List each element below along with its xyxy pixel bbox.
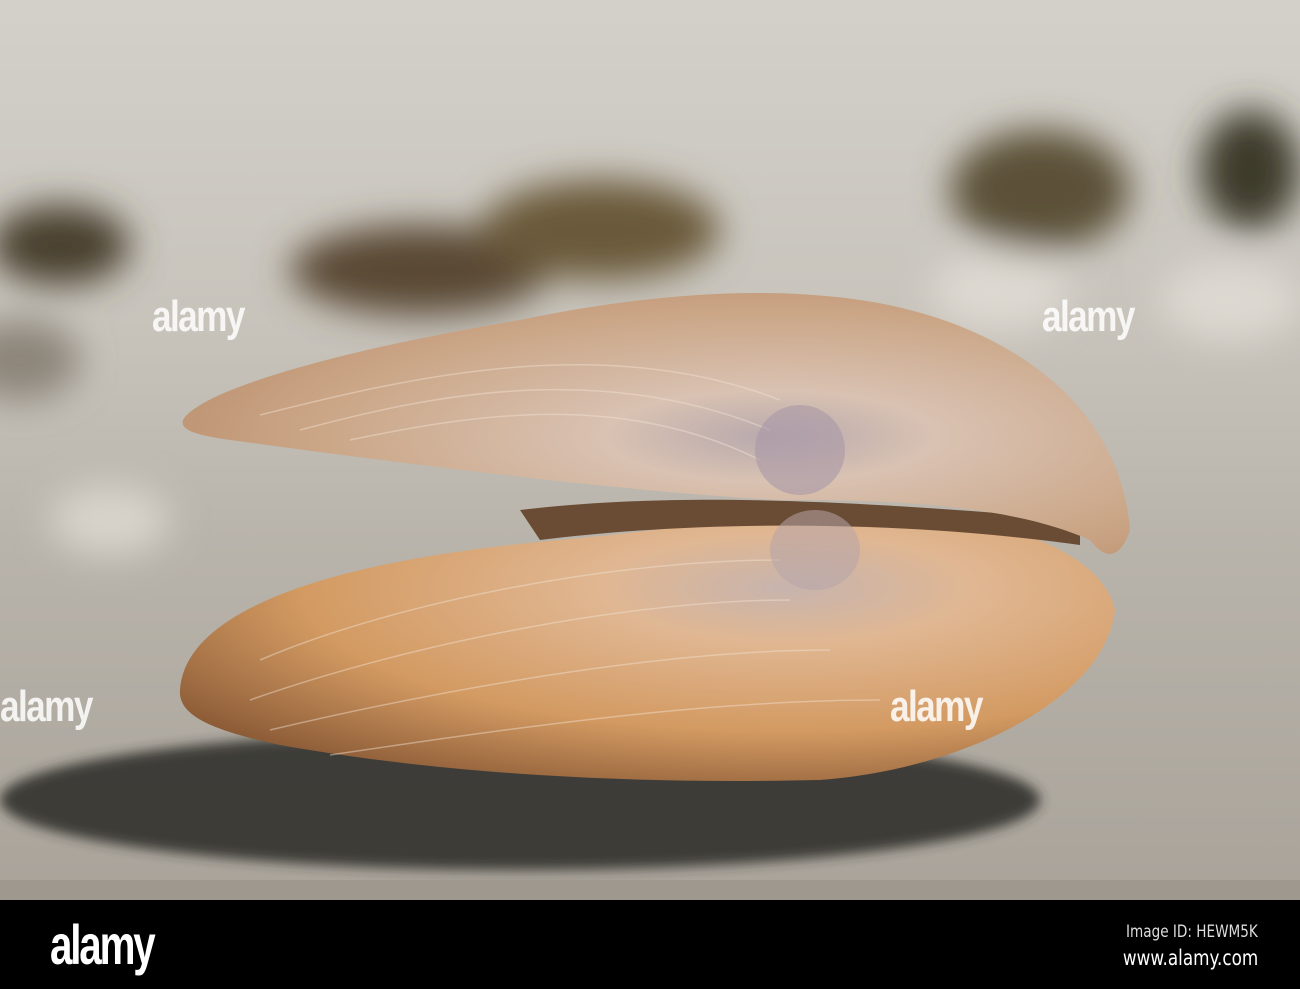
watermark: alamy <box>890 682 983 731</box>
image-id: Image ID: HEWM5K <box>1126 922 1258 942</box>
watermark: alamy <box>0 682 93 731</box>
clam-shell-photo <box>0 0 1300 900</box>
alamy-logo: alamy <box>50 913 156 976</box>
site-url: www.alamy.com <box>1122 946 1258 970</box>
footer-bar: alamy Image ID: HEWM5K www.alamy.com <box>0 900 1300 989</box>
watermark: alamy <box>152 292 245 341</box>
watermark: alamy <box>1042 292 1135 341</box>
